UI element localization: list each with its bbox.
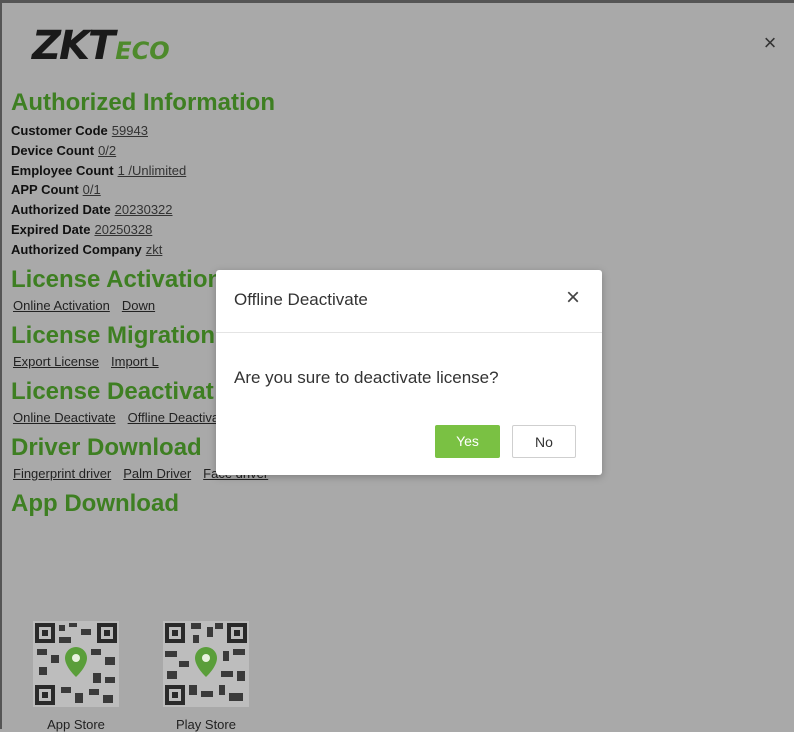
dialog-header: Offline Deactivate × — [216, 270, 602, 333]
dialog-close-icon[interactable]: × — [566, 286, 580, 310]
info-row-device-count: Device Count 0/2 — [11, 142, 117, 158]
app-count-value: 0/1 — [82, 182, 101, 198]
dialog-message: Are you sure to deactivate license? — [234, 368, 499, 387]
import-license-link[interactable]: Import L — [111, 354, 159, 369]
play-store-label: Play Store — [176, 717, 236, 732]
online-deactivate-link[interactable]: Online Deactivate — [13, 410, 116, 425]
expired-date-value: 20250328 — [94, 221, 153, 237]
offline-deactivate-link[interactable]: Offline Deactivate — [128, 410, 230, 425]
info-row-authorized-date: Authorized Date 20230322 — [11, 202, 173, 218]
info-row-customer-code: Customer Code 59943 — [11, 123, 148, 138]
device-count-value: 0/2 — [98, 142, 117, 158]
info-row-authorized-company: Authorized Company zkt — [11, 241, 163, 257]
info-row-expired-date: Expired Date 20250328 — [11, 221, 153, 237]
authorized-company-value: zkt — [145, 241, 163, 257]
play-store-qr[interactable]: Play Store — [158, 621, 254, 732]
customer-code-value: 59943 — [111, 123, 148, 138]
app-download-title: App Download — [11, 489, 179, 517]
palm-driver-link[interactable]: Palm Driver — [123, 466, 191, 481]
info-row-app-count: APP Count 0/1 — [11, 182, 101, 198]
zkteco-logo: ZKTECO — [32, 23, 170, 69]
qr-code-icon — [163, 621, 249, 707]
fingerprint-driver-link[interactable]: Fingerprint driver — [13, 466, 111, 481]
authorized-date-value: 20230322 — [114, 202, 173, 218]
authorized-info-title: Authorized Information — [11, 89, 275, 116]
qr-code-icon — [33, 621, 119, 707]
window-close-icon[interactable]: × — [760, 32, 780, 54]
authorized-info-list: Customer Code 59943 Device Count 0/2 Emplo… — [11, 121, 771, 260]
dialog-title: Offline Deactivate — [234, 290, 368, 309]
download-link[interactable]: Down — [122, 298, 155, 313]
no-button[interactable]: No — [512, 425, 576, 458]
yes-button[interactable]: Yes — [435, 425, 500, 458]
export-license-link[interactable]: Export License — [13, 354, 99, 369]
info-row-employee-count: Employee Count 1 /Unlimited — [11, 162, 187, 178]
offline-deactivate-dialog: Offline Deactivate × Are you sure to dea… — [216, 270, 602, 475]
online-activation-link[interactable]: Online Activation — [13, 298, 110, 313]
app-store-qr[interactable]: App Store — [28, 621, 124, 732]
app-store-label: App Store — [47, 717, 105, 732]
employee-count-value: 1 /Unlimited — [117, 162, 187, 178]
